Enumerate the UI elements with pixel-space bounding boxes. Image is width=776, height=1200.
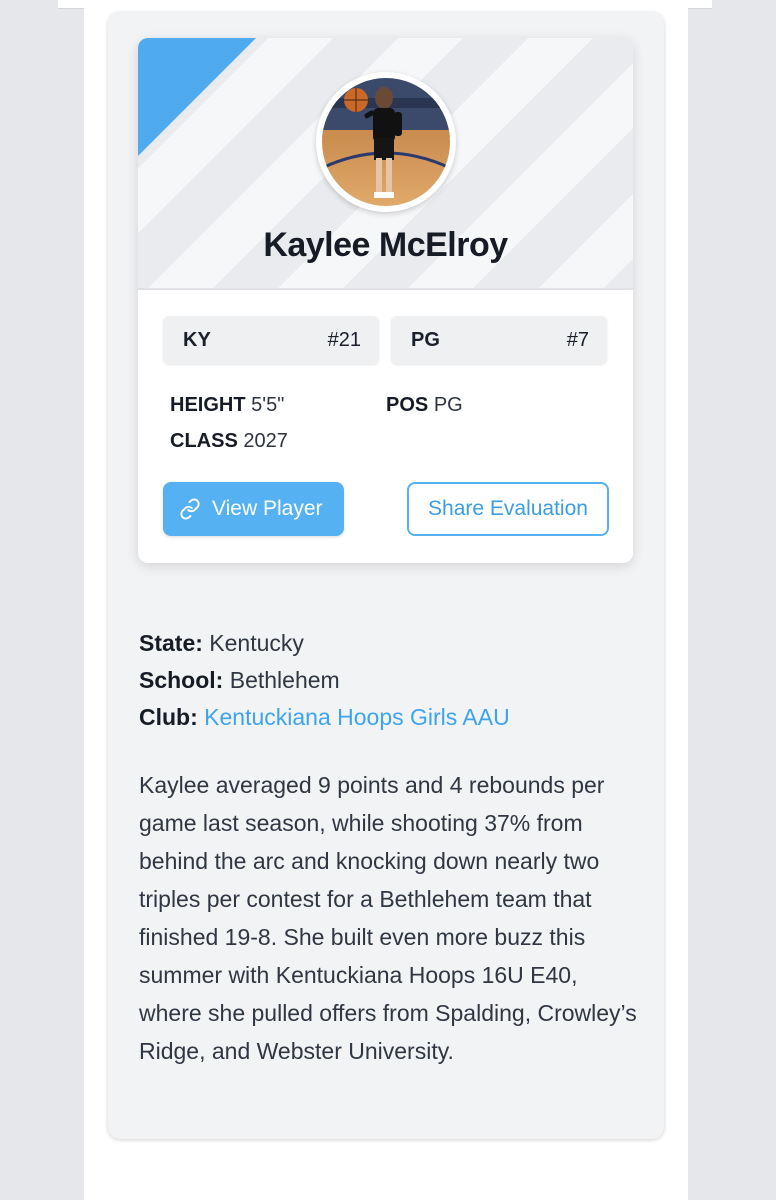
view-player-button[interactable]: View Player (163, 482, 344, 536)
position-badge-rank: #7 (566, 329, 589, 351)
height-value: 5'5" (251, 394, 285, 416)
player-card: Kaylee McElroy KY #21 PG #7 HEIGHT 5'5" … (138, 38, 633, 563)
state-badge: KY #21 (163, 316, 379, 364)
player-bio: Kaylee averaged 9 points and 4 rebounds … (139, 772, 637, 1064)
class-value: 2027 (243, 430, 288, 452)
pos-label: POS (386, 394, 429, 416)
school-info-label: School: (139, 667, 224, 693)
class-stat: CLASS 2027 (170, 430, 288, 453)
card-header: Kaylee McElroy (138, 38, 633, 290)
club-info-label: Club: (139, 704, 198, 730)
state-info: State: Kentucky (139, 630, 304, 657)
accent-corner (138, 38, 256, 156)
state-info-label: State: (139, 630, 203, 656)
school-info-value: Bethlehem (229, 667, 340, 693)
share-evaluation-button[interactable]: Share Evaluation (407, 482, 609, 536)
position-badge: PG #7 (391, 316, 607, 364)
link-icon (180, 498, 200, 520)
view-player-label: View Player (212, 497, 323, 520)
state-badge-rank: #21 (327, 329, 361, 351)
club-link[interactable]: Kentuckiana Hoops Girls AAU (204, 704, 510, 730)
school-info: School: Bethlehem (139, 667, 340, 694)
state-badge-label: KY (183, 329, 211, 351)
player-photo (322, 78, 450, 206)
class-label: CLASS (170, 430, 238, 452)
state-info-value: Kentucky (209, 630, 304, 656)
player-name: Kaylee McElroy (263, 226, 508, 264)
height-stat: HEIGHT 5'5" (170, 394, 284, 417)
pos-value: PG (433, 394, 463, 416)
height-label: HEIGHT (170, 394, 246, 416)
position-badge-label: PG (411, 329, 440, 351)
avatar (316, 72, 456, 212)
pos-stat: POS PG (386, 394, 463, 417)
club-info: Club: Kentuckiana Hoops Girls AAU (139, 704, 510, 731)
